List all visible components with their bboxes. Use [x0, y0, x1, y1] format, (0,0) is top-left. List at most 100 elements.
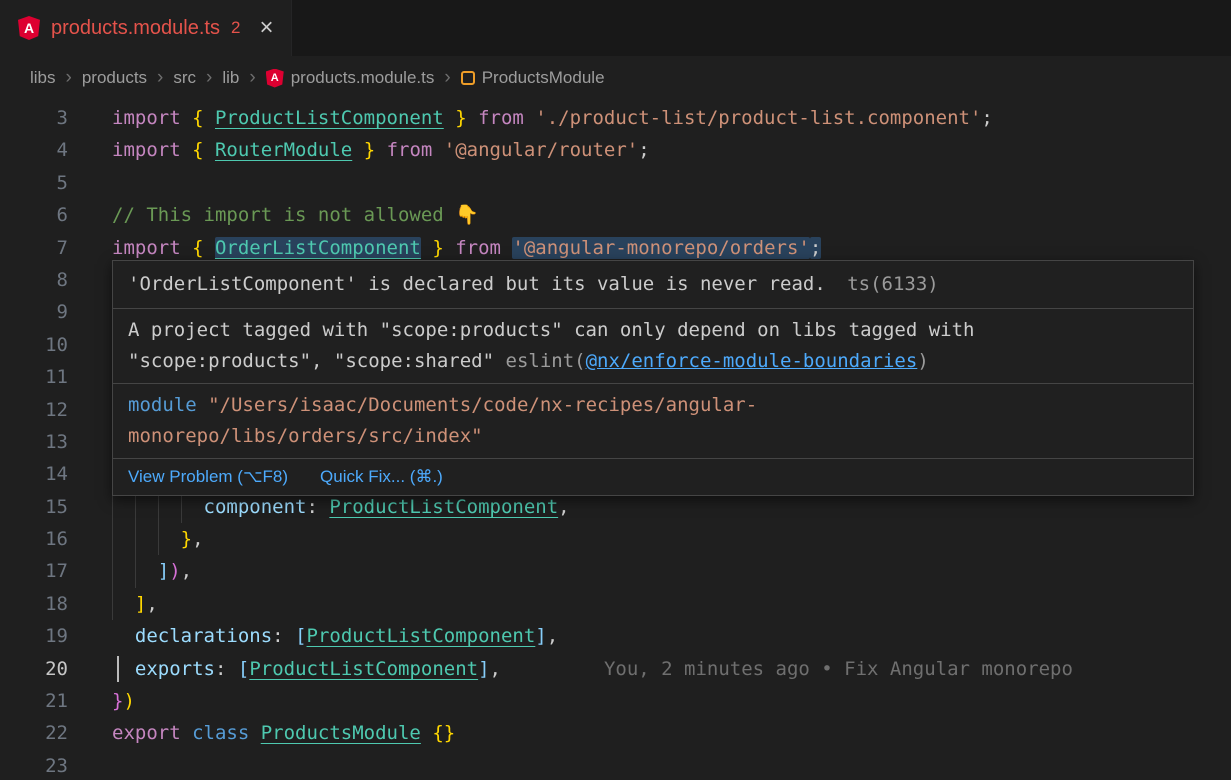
line-number[interactable]: 9	[0, 296, 68, 328]
line-number[interactable]: 3	[0, 102, 68, 134]
code-token: :	[215, 658, 238, 680]
code-token: ;	[638, 139, 649, 161]
breadcrumb-separator: ›	[249, 67, 255, 89]
vscode-window: A products.module.ts 2 × libs › products › s…	[0, 0, 1231, 780]
breadcrumb-item-libs[interactable]: libs	[30, 68, 56, 88]
code-line-23: 23	[0, 750, 1231, 780]
breadcrumb-label: products	[82, 68, 147, 88]
quick-fix-button[interactable]: Quick Fix... (⌘.)	[320, 467, 443, 487]
breadcrumb-item-lib[interactable]: lib	[222, 68, 239, 88]
tab-products-module[interactable]: A products.module.ts 2 ×	[0, 0, 292, 56]
code-content[interactable]: import { ProductListComponent } from './…	[68, 102, 1231, 134]
breadcrumb-separator: ›	[206, 67, 212, 89]
code-content[interactable]	[68, 167, 1231, 199]
code-token: ProductListComponent	[329, 496, 558, 518]
indent-guide	[112, 588, 113, 620]
breadcrumb-item-src[interactable]: src	[173, 68, 196, 88]
code-token: declarations	[135, 625, 272, 647]
eslint-rule-link[interactable]: @nx/enforce-module-boundaries	[586, 350, 918, 372]
tab-title: products.module.ts	[51, 17, 220, 40]
module-path-line2: monorepo/libs/orders/src/index"	[128, 421, 1178, 452]
line-number[interactable]: 22	[0, 717, 68, 749]
tab-bar: A products.module.ts 2 ×	[0, 0, 1231, 56]
code-content[interactable]: })	[68, 685, 1231, 717]
code-content[interactable]: exports: [ProductListComponent],You, 2 m…	[68, 653, 1231, 685]
code-content[interactable]: import { RouterModule } from '@angular/r…	[68, 134, 1231, 166]
code-content[interactable]: ],	[68, 588, 1231, 620]
line-number[interactable]: 17	[0, 555, 68, 587]
line-number[interactable]: 5	[0, 167, 68, 199]
line-number[interactable]: 18	[0, 588, 68, 620]
code-token: from	[478, 107, 535, 129]
line-number[interactable]: 15	[0, 491, 68, 523]
code-token: ,	[558, 496, 569, 518]
code-token: :	[306, 496, 329, 518]
code-content[interactable]: declarations: [ProductListComponent],	[68, 620, 1231, 652]
text-cursor	[117, 656, 119, 682]
breadcrumb-item-products-module-ts[interactable]: Aproducts.module.ts	[266, 68, 435, 88]
line-number[interactable]: 12	[0, 394, 68, 426]
line-number[interactable]: 21	[0, 685, 68, 717]
tab-close-icon[interactable]: ×	[259, 16, 273, 40]
ts-diagnostic-message: 'OrderListComponent' is declared but its…	[128, 273, 826, 295]
code-token	[112, 528, 181, 550]
breadcrumb-item-productsmodule[interactable]: ProductsModule	[461, 68, 605, 88]
code-line-18: 18 ],	[0, 588, 1231, 620]
code-token	[112, 593, 135, 615]
indent-guide	[135, 555, 136, 587]
code-token: }	[181, 528, 192, 550]
breadcrumb-label: libs	[30, 68, 56, 88]
line-number[interactable]: 19	[0, 620, 68, 652]
code-token: ProductListComponent	[249, 658, 478, 680]
code-token: ,	[192, 528, 203, 550]
line-number[interactable]: 10	[0, 329, 68, 361]
eslint-diagnostic: A project tagged with "scope:products" c…	[113, 309, 1193, 383]
line-number[interactable]: 23	[0, 750, 68, 780]
line-number[interactable]: 11	[0, 361, 68, 393]
code-token: from	[455, 237, 512, 259]
breadcrumb: libs›products›src›lib›Aproducts.module.t…	[0, 56, 1231, 100]
code-token: import	[112, 139, 192, 161]
eslint-message-line2: "scope:products", "scope:shared" eslint(…	[128, 346, 1178, 377]
code-content[interactable]	[68, 750, 1231, 780]
breadcrumb-label: ProductsModule	[482, 68, 605, 88]
code-token: ]	[535, 625, 546, 647]
code-token: component	[204, 496, 307, 518]
code-content[interactable]: },	[68, 523, 1231, 555]
breadcrumb-label: src	[173, 68, 196, 88]
breadcrumb-item-products[interactable]: products	[82, 68, 147, 88]
line-number[interactable]: 16	[0, 523, 68, 555]
code-token: ProductsModule	[261, 722, 421, 744]
code-content[interactable]: export class ProductsModule {}	[68, 717, 1231, 749]
code-line-21: 21})	[0, 685, 1231, 717]
code-token: ]	[478, 658, 489, 680]
code-token: }	[112, 690, 123, 712]
code-token: [	[238, 658, 249, 680]
line-number[interactable]: 20	[0, 653, 68, 685]
code-token: import	[112, 237, 192, 259]
hover-popup: 'OrderListComponent' is declared but its…	[112, 260, 1194, 496]
line-number[interactable]: 6	[0, 199, 68, 231]
line-number[interactable]: 14	[0, 458, 68, 490]
code-token: :	[272, 625, 295, 647]
code-token: ]	[135, 593, 146, 615]
code-token: ,	[547, 625, 558, 647]
code-token: from	[387, 139, 444, 161]
code-token: ProductListComponent	[307, 625, 536, 647]
code-token: RouterModule	[215, 139, 352, 161]
angular-icon: A	[266, 69, 284, 88]
code-content[interactable]: // This import is not allowed 👇	[68, 199, 1231, 231]
code-token: {	[192, 237, 215, 259]
code-token: [	[295, 625, 306, 647]
hover-actions: View Problem (⌥F8) Quick Fix... (⌘.)	[113, 458, 1193, 495]
line-number[interactable]: 4	[0, 134, 68, 166]
code-token: '@angular/router'	[444, 139, 638, 161]
code-token	[421, 722, 432, 744]
view-problem-button[interactable]: View Problem (⌥F8)	[128, 467, 288, 487]
code-content[interactable]: ]),	[68, 555, 1231, 587]
line-number[interactable]: 7	[0, 232, 68, 264]
line-number[interactable]: 8	[0, 264, 68, 296]
line-number[interactable]: 13	[0, 426, 68, 458]
code-token: ;	[810, 237, 821, 259]
git-blame-annotation: You, 2 minutes ago • Fix Angular monorep…	[604, 658, 1073, 680]
